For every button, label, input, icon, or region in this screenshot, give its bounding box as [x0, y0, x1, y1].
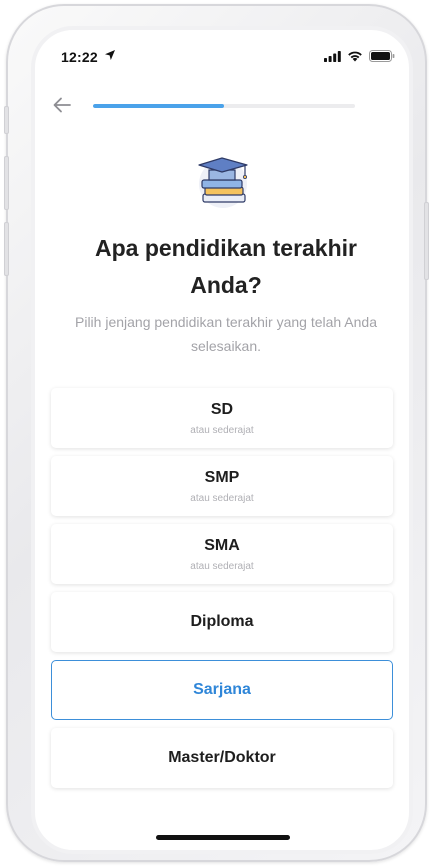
status-icons [324, 50, 395, 62]
mute-switch [4, 106, 9, 134]
status-bar: 12:22 [35, 30, 409, 74]
location-arrow-icon [105, 50, 115, 60]
volume-down-button [4, 222, 9, 276]
option-label: Diploma [190, 613, 254, 630]
status-time: 12:22 [61, 49, 98, 65]
option-sublabel: atau sederajat [190, 492, 254, 504]
education-options: SD atau sederajat SMP atau sederajat SMA… [51, 388, 393, 796]
option-sma[interactable]: SMA atau sederajat [51, 524, 393, 584]
option-sublabel: atau sederajat [190, 424, 254, 436]
option-label: SD [210, 400, 234, 418]
option-master-doktor[interactable]: Master/Doktor [51, 728, 393, 788]
progress-fill [93, 104, 224, 108]
option-label: Sarjana [193, 681, 251, 698]
battery-icon [369, 50, 395, 62]
top-nav [35, 88, 409, 128]
option-label: SMA [204, 536, 240, 554]
option-label: Master/Doktor [168, 749, 276, 766]
volume-up-button [4, 156, 9, 210]
app-screen: 12:22 Apa pendidikan terakhir Anda? Pili… [31, 26, 413, 854]
option-diploma[interactable]: Diploma [51, 592, 393, 652]
option-smp[interactable]: SMP atau sederajat [51, 456, 393, 516]
page-title: Apa pendidikan terakhir Anda? [94, 235, 357, 298]
option-label: SMP [204, 468, 240, 486]
wifi-icon [348, 51, 362, 62]
home-indicator[interactable] [156, 835, 290, 840]
cellular-signal-icon [324, 50, 341, 62]
power-button [424, 202, 429, 280]
option-sd[interactable]: SD atau sederajat [51, 388, 393, 448]
back-button[interactable] [49, 92, 75, 118]
page-subtitle: Pilih jenjang pendidikan terakhir yang t… [75, 314, 377, 354]
option-sublabel: atau sederajat [190, 560, 254, 572]
graduation-cap-books-icon [198, 157, 248, 208]
option-sarjana[interactable]: Sarjana [51, 660, 393, 720]
phone-frame: 12:22 Apa pendidikan terakhir Anda? Pili… [4, 4, 429, 862]
progress-bar [93, 104, 355, 108]
arrow-left-icon [53, 97, 71, 113]
